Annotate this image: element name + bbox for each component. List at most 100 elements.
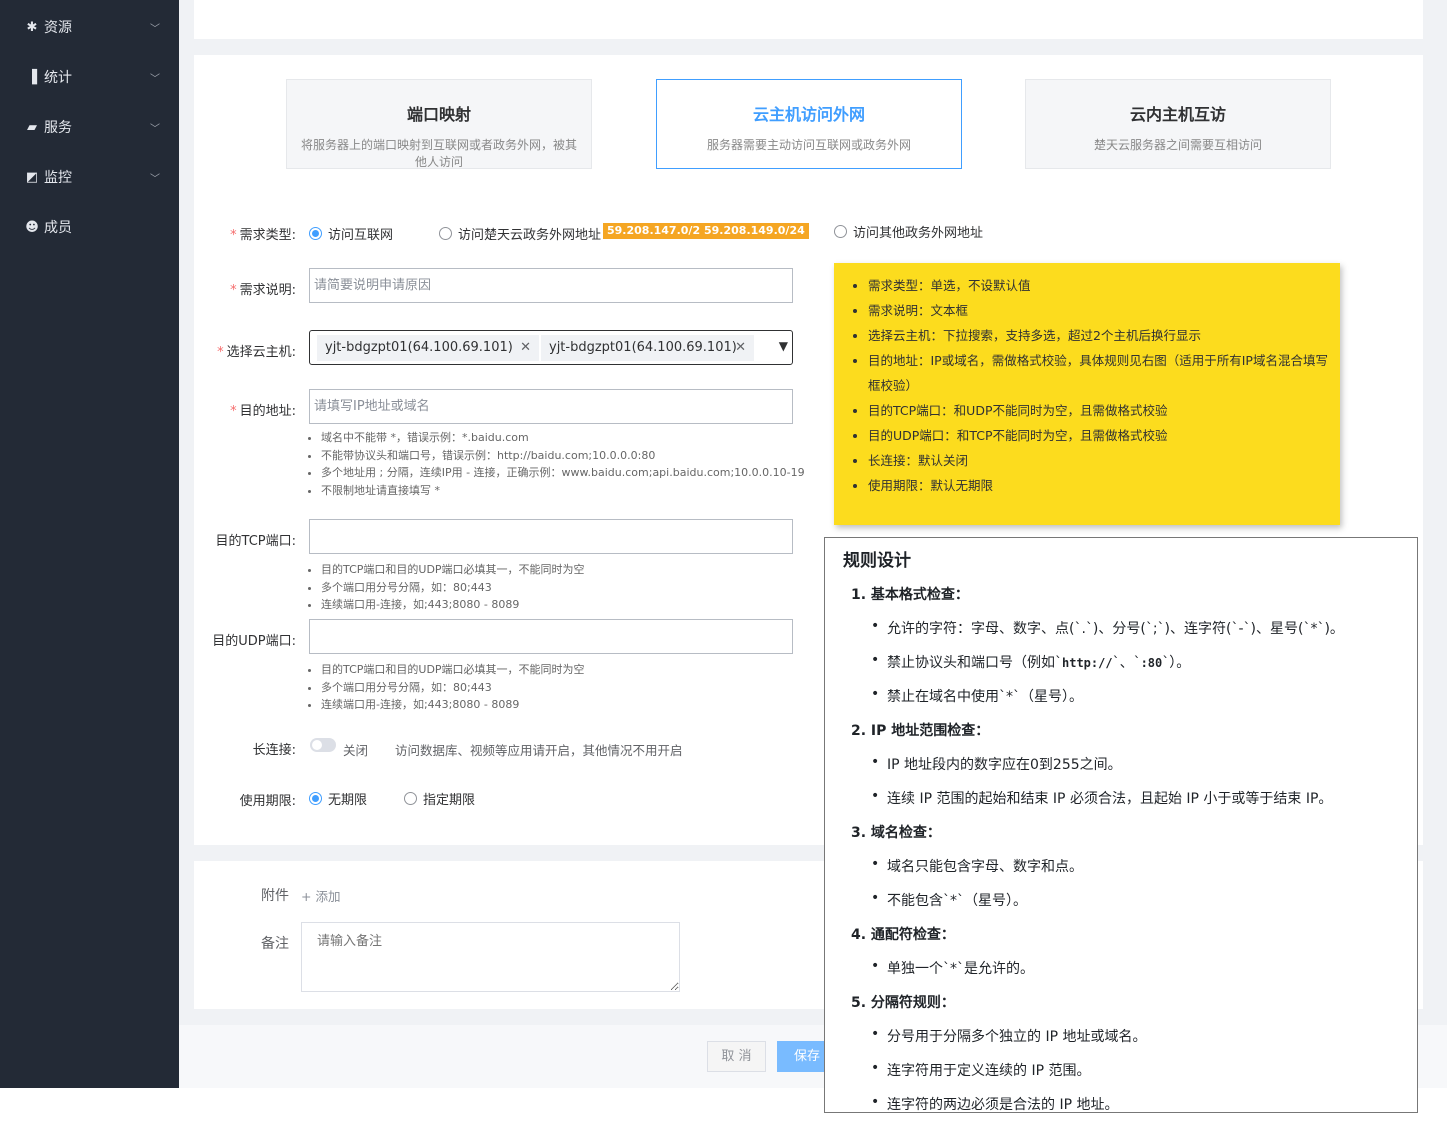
rule-section: 3. 域名检查： <box>851 825 941 841</box>
spec-sticky-note: 需求类型：单选，不设默认值 需求说明：文本框 选择云主机：下拉搜索，支持多选，超… <box>834 263 1340 525</box>
dest-label: * 目的地址: <box>230 404 296 419</box>
sidebar-item-monitor[interactable]: ◩ 监控 ﹀ <box>0 157 179 197</box>
sidebar-item-statistics[interactable]: ▐ 统计 ﹀ <box>0 57 179 97</box>
rule-item: 连字符用于定义连续的 IP 范围。 <box>871 1060 1091 1080</box>
user-icon: ☻ <box>25 219 39 235</box>
tcp-port-input[interactable] <box>309 519 793 554</box>
host-select[interactable]: yjt-bdgzpt01(64.100.69.101) ✕ yjt-bdgzpt0… <box>309 330 793 365</box>
radio-specified-period[interactable]: 指定期限 <box>404 789 475 808</box>
sidebar-item-label: 统计 <box>44 70 72 86</box>
hint-item: 连续端口用-连接，如;443;8080 - 8089 <box>321 696 585 714</box>
close-icon[interactable]: ✕ <box>735 335 746 361</box>
radio-other-gov[interactable]: 访问其他政务外网地址 <box>834 222 983 241</box>
bar-chart-icon: ▐ <box>27 69 37 85</box>
host-tag: yjt-bdgzpt01(64.100.69.101) ✕ <box>541 335 754 361</box>
sidebar-item-resources[interactable]: ✱ 资源 ﹀ <box>0 7 179 47</box>
tcp-hints: 目的TCP端口和目的UDP端口必填其一，不能同时为空 多个端口用分号分隔，如：8… <box>309 561 585 614</box>
sidebar: ✱ 资源 ﹀ ▐ 统计 ﹀ ▰ 服务 ﹀ ◩ 监控 ﹀ ☻ 成员 <box>0 0 179 1088</box>
note-item: 需求说明：文本框 <box>868 298 1330 323</box>
host-label: * 选择云主机: <box>217 345 296 360</box>
rule-item: IP 地址段内的数字应在0到255之间。 <box>871 754 1122 774</box>
rule-item: 单独一个`*`是允许的。 <box>871 958 1034 978</box>
note-item: 目的TCP端口：和UDP不能同时为空，且需做格式校验 <box>868 398 1330 423</box>
add-attachment-button[interactable]: + 添加 <box>301 886 340 905</box>
dest-hints: 域名中不能带 *，错误示例：*.baidu.com 不能带协议头和端口号，错误示… <box>309 429 805 499</box>
tab-description: 楚天云服务器之间需要互相访问 <box>1093 138 1262 152</box>
keepalive-state: 关闭 <box>343 743 369 758</box>
bookmark-icon: ▰ <box>27 119 37 135</box>
hint-item: 目的TCP端口和目的UDP端口必填其一，不能同时为空 <box>321 661 585 679</box>
sidebar-item-members[interactable]: ☻ 成员 <box>0 207 179 247</box>
chevron-down-icon: ﹀ <box>150 173 160 185</box>
hint-item: 目的TCP端口和目的UDP端口必填其一，不能同时为空 <box>321 561 585 579</box>
desc-label: * 需求说明: <box>230 283 296 298</box>
dest-input[interactable] <box>309 389 793 424</box>
note-item: 选择云主机：下拉搜索，支持多选，超过2个主机后换行显示 <box>868 323 1330 348</box>
host-tag: yjt-bdgzpt01(64.100.69.101) ✕ <box>317 335 539 361</box>
rules-title: 规则设计 <box>843 551 911 571</box>
resource-icon: ✱ <box>26 19 38 35</box>
tab-title: 端口映射 <box>406 105 471 124</box>
tcp-label: 目的TCP端口: <box>215 534 296 549</box>
udp-hints: 目的TCP端口和目的UDP端口必填其一，不能同时为空 多个端口用分号分隔，如：8… <box>309 661 585 714</box>
tab-port-mapping[interactable]: 端口映射 将服务器上的端口映射到互联网或者政务外网，被其他人访问 <box>286 79 592 169</box>
udp-label: 目的UDP端口: <box>212 634 296 649</box>
radio-no-limit[interactable]: 无期限 <box>309 789 367 808</box>
note-textarea[interactable] <box>301 922 680 992</box>
hint-item: 域名中不能带 *，错误示例：*.baidu.com <box>321 429 805 447</box>
note-item: 使用期限：默认无期限 <box>868 473 1330 498</box>
radio-dot <box>834 225 847 238</box>
rule-section: 2. IP 地址范围检查： <box>851 723 990 739</box>
monitor-icon: ◩ <box>25 169 39 185</box>
radio-dot <box>309 227 322 240</box>
period-label: 使用期限: <box>239 794 296 809</box>
rule-section: 1. 基本格式检查： <box>851 587 969 603</box>
keepalive-label: 长连接: <box>252 743 296 758</box>
note-item: 目的UDP端口：和TCP不能同时为空，且需做格式校验 <box>868 423 1330 448</box>
desc-input[interactable] <box>309 268 793 303</box>
hint-item: 多个端口用分号分隔，如：80;443 <box>321 579 585 597</box>
sidebar-item-label: 服务 <box>44 120 72 136</box>
close-icon[interactable]: ✕ <box>520 335 531 361</box>
keepalive-toggle[interactable] <box>310 738 336 752</box>
rule-item: 连续 IP 范围的起始和结束 IP 必须合法，且起始 IP 小于或等于结束 IP… <box>871 788 1332 808</box>
tab-title: 云内主机互访 <box>1129 105 1226 124</box>
chevron-down-icon: ﹀ <box>150 123 160 135</box>
rule-item: 禁止协议头和端口号（例如`http://`、`:80`）。 <box>871 652 1190 672</box>
cancel-button[interactable]: 取 消 <box>707 1041 766 1072</box>
radio-chutian-gov[interactable]: 访问楚天云政务外网地址 <box>439 224 601 243</box>
keepalive-hint: 访问数据库、视频等应用请开启，其他情况不用开启 <box>395 743 683 758</box>
note-item: 长连接：默认关闭 <box>868 448 1330 473</box>
rule-item: 不能包含`*`（星号）。 <box>871 890 1027 910</box>
hint-item: 不限制地址请直接填写 * <box>321 482 805 500</box>
radio-dot <box>439 227 452 240</box>
attachment-label: 附件 <box>261 888 289 904</box>
chevron-down-icon: ﹀ <box>150 23 160 35</box>
tab-host-internet-access[interactable]: 云主机访问外网 服务器需要主动访问互联网或政务外网 <box>656 79 962 169</box>
radio-dot <box>404 792 417 805</box>
rule-section: 5. 分隔符规则： <box>851 995 955 1011</box>
rules-panel: 规则设计 1. 基本格式检查： 允许的字符：字母、数字、点(`.`)、分号(`;… <box>824 537 1418 1113</box>
ip-badge: 59.208.147.0/24 <box>603 223 712 239</box>
sidebar-item-label: 资源 <box>44 20 72 36</box>
hint-item: 连续端口用-连接，如;443;8080 - 8089 <box>321 596 585 614</box>
sidebar-item-services[interactable]: ▰ 服务 ﹀ <box>0 107 179 147</box>
ip-badge: 59.208.149.0/24 <box>700 223 809 239</box>
hint-item: 多个地址用 ; 分隔，连续IP用 - 连接，正确示例：www.baidu.com… <box>321 464 805 482</box>
note-item: 需求类型：单选，不设默认值 <box>868 273 1330 298</box>
radio-dot <box>309 792 322 805</box>
rule-item: 禁止在域名中使用`*`（星号）。 <box>871 686 1083 706</box>
note-item: 目的地址：IP或域名，需做格式校验，具体规则见右图（适用于所有IP域名混合填写框… <box>868 348 1330 398</box>
udp-port-input[interactable] <box>309 619 793 654</box>
radio-internet[interactable]: 访问互联网 <box>309 224 393 243</box>
rule-item: 域名只能包含字母、数字和点。 <box>871 856 1083 876</box>
chevron-down-icon[interactable]: ▼ <box>779 339 788 353</box>
tab-title: 云主机访问外网 <box>752 105 865 124</box>
sidebar-item-label: 监控 <box>44 170 72 186</box>
rule-item: 分号用于分隔多个独立的 IP 地址或域名。 <box>871 1026 1147 1046</box>
rule-item: 允许的字符：字母、数字、点(`.`)、分号(`;`)、连字符(`-`)、星号(`… <box>871 618 1344 638</box>
breadcrumb-card <box>194 0 1423 39</box>
hint-item: 不能带协议头和端口号，错误示例：http://baidu.com;10.0.0.… <box>321 447 805 465</box>
tab-intra-cloud-access[interactable]: 云内主机互访 楚天云服务器之间需要互相访问 <box>1025 79 1331 169</box>
chevron-down-icon: ﹀ <box>150 73 160 85</box>
